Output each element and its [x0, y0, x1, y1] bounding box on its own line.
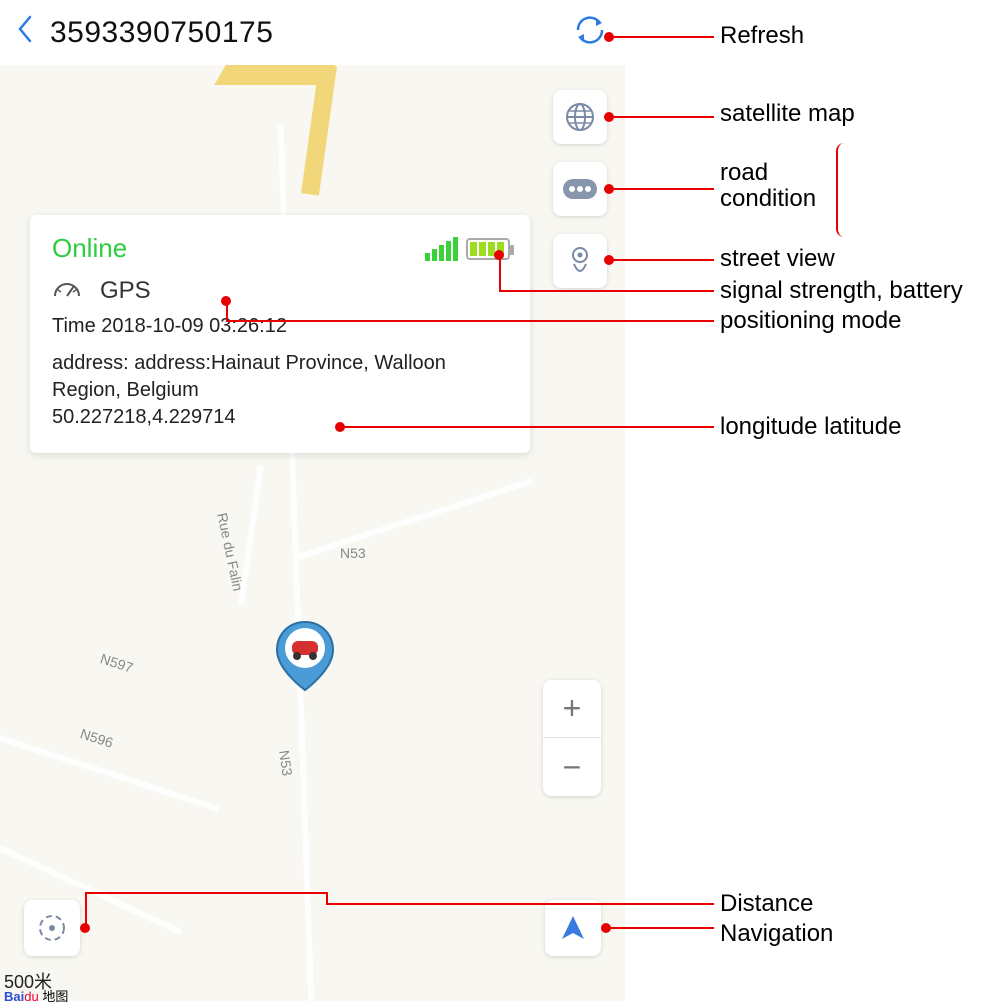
road-label-n597: N597 [98, 650, 135, 676]
zoom-in-button[interactable]: + [543, 680, 601, 738]
zoom-control: + − [543, 680, 601, 796]
ann-signal-batt: signal strength, battery [720, 277, 963, 305]
info-card: Online GPS Time 2018-10-09 03:26:12 addr… [30, 215, 530, 453]
address-text: address: address:Hainaut Province, Wallo… [52, 352, 446, 401]
road-label-n53b: N53 [276, 749, 295, 777]
locate-button[interactable] [24, 900, 80, 956]
ann-lonlat: longitude latitude [720, 413, 901, 441]
road-label-n596: N596 [78, 725, 115, 751]
road-label-falin: Rue du Falin [214, 511, 246, 592]
status-label: Online [52, 233, 425, 264]
street-view-button[interactable] [553, 234, 607, 288]
back-button[interactable] [0, 14, 50, 52]
satellite-map-button[interactable] [553, 90, 607, 144]
road-label-n53: N53 [340, 545, 366, 561]
map-canvas[interactable]: N53 N53 N596 N597 Rue du Falin [0, 65, 625, 1001]
zoom-out-button[interactable]: − [543, 738, 601, 796]
road-condition-button[interactable] [553, 162, 607, 216]
ann-distance: Distance [720, 890, 813, 918]
header-bar: 3593390750175 [0, 0, 625, 65]
map-attribution: Baidu 地图 [4, 986, 68, 1005]
ann-refresh: Refresh [720, 22, 804, 50]
gauge-icon [52, 276, 82, 305]
ann-street-view: street view [720, 245, 835, 273]
signal-icon [425, 237, 458, 261]
refresh-button[interactable] [555, 10, 625, 55]
coordinates-text: 50.227218,4.229714 [52, 406, 236, 428]
ann-road-condition: roadcondition [720, 160, 816, 213]
ann-satellite: satellite map [720, 100, 855, 128]
time-label: Time 2018-10-09 03:26:12 [52, 315, 510, 338]
ann-navigation: Navigation [720, 920, 833, 948]
navigation-button[interactable] [545, 900, 601, 956]
positioning-mode: GPS [100, 277, 151, 305]
ann-positioning: positioning mode [720, 307, 901, 335]
page-title: 3593390750175 [50, 16, 555, 50]
vehicle-marker[interactable] [275, 620, 335, 697]
